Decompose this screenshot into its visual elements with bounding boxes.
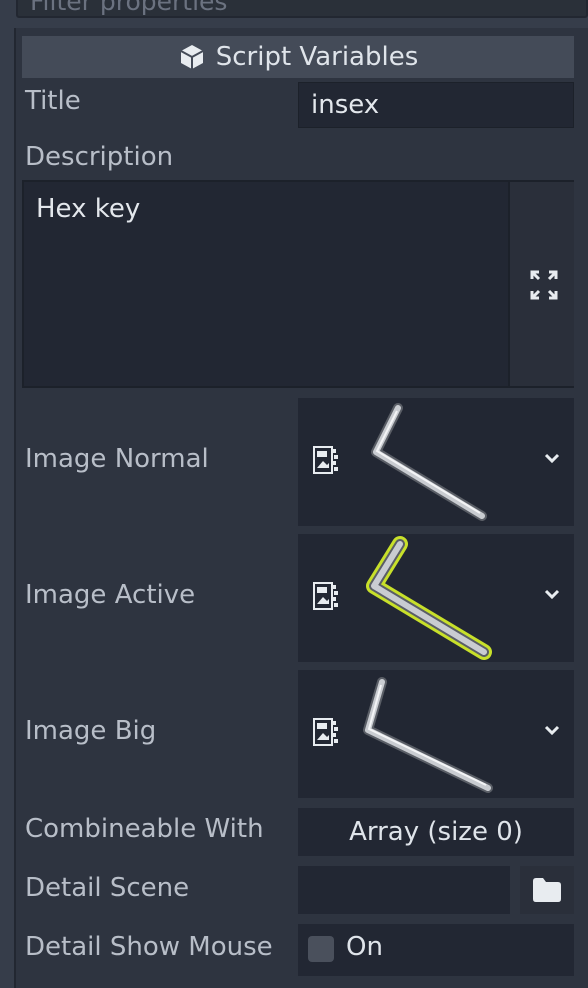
chevron-down-icon <box>544 725 560 735</box>
title-input[interactable]: insex <box>298 82 574 128</box>
detail-show-mouse-toggle[interactable]: On <box>298 924 574 976</box>
description-label: Description <box>25 142 174 172</box>
image-big-picker[interactable] <box>298 670 574 798</box>
chevron-down-icon <box>544 453 560 463</box>
cube-icon <box>180 45 204 69</box>
image-active-picker[interactable] <box>298 534 574 662</box>
texture-icon <box>313 582 338 610</box>
section-header[interactable]: Script Variables <box>22 36 574 78</box>
checkbox[interactable] <box>308 936 334 962</box>
folder-icon <box>533 878 561 902</box>
chevron-down-icon <box>544 589 560 599</box>
title-label: Title <box>25 86 81 116</box>
filter-properties-input[interactable]: Filter properties <box>16 0 588 18</box>
image-active-label: Image Active <box>25 580 196 610</box>
section-title: Script Variables <box>215 42 419 72</box>
detail-scene-input[interactable] <box>298 866 510 914</box>
expand-button[interactable] <box>510 180 574 388</box>
filter-placeholder: Filter properties <box>30 0 228 16</box>
hex-key-active-thumbnail <box>366 536 492 660</box>
image-big-label: Image Big <box>25 716 157 746</box>
combineable-with-array-button[interactable]: Array (size 0) <box>298 808 574 856</box>
checkbox-label: On <box>346 932 383 962</box>
browse-folder-button[interactable] <box>520 866 574 914</box>
texture-icon <box>313 718 338 746</box>
hex-key-thumbnail <box>371 403 487 521</box>
hex-key-big-thumbnail <box>363 677 493 793</box>
description-textarea[interactable]: Hex key <box>22 180 510 388</box>
detail-show-mouse-label: Detail Show Mouse <box>25 932 273 962</box>
texture-icon <box>313 446 338 474</box>
detail-scene-label: Detail Scene <box>25 873 190 903</box>
expand-icon <box>530 270 558 300</box>
image-normal-picker[interactable] <box>298 398 574 526</box>
combineable-with-label: Combineable With <box>25 814 264 844</box>
image-normal-label: Image Normal <box>25 444 209 474</box>
